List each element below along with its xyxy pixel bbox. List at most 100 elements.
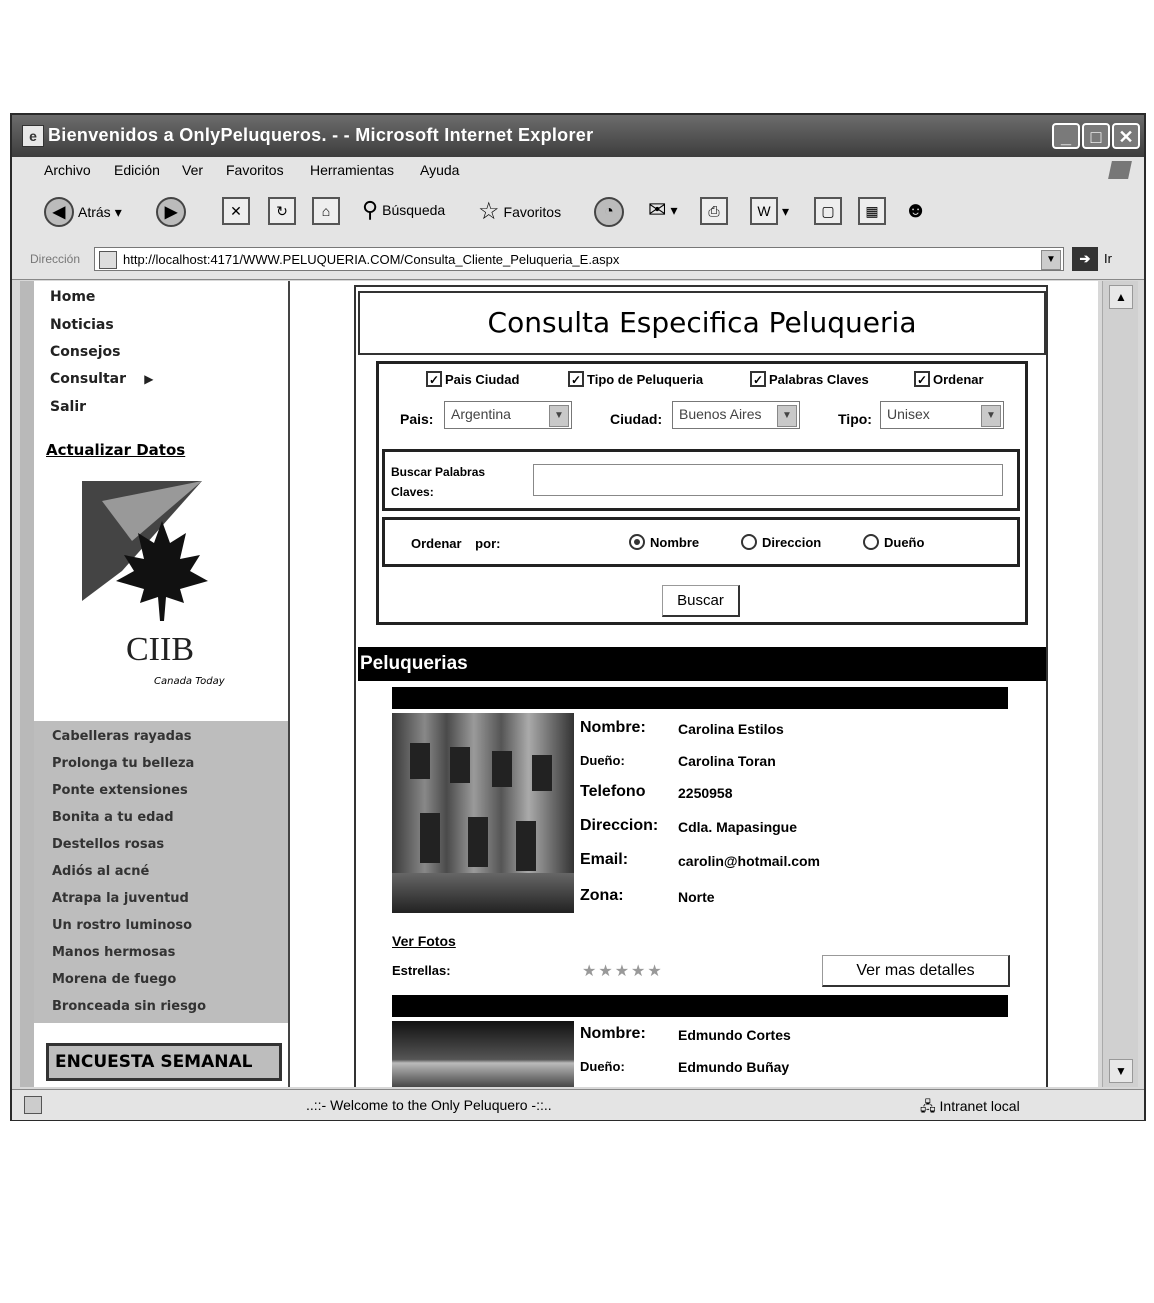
address-label: Dirección xyxy=(30,252,81,266)
tip-link[interactable]: Adiós al acné xyxy=(52,864,149,879)
go-arrow-icon[interactable]: ➔ xyxy=(1072,247,1098,271)
tip-link[interactable]: Manos hermosas xyxy=(52,945,175,960)
refresh-button[interactable]: ↻ xyxy=(268,197,296,225)
menu-archivo[interactable]: Archivo xyxy=(44,162,91,178)
back-button[interactable]: ◀ Atrás ▾ xyxy=(44,197,122,227)
pais-ciudad-checkbox[interactable]: ✓ Pais Ciudad xyxy=(426,371,519,387)
checkbox-checked-icon: ✓ xyxy=(426,371,442,387)
nav-consultar[interactable]: Consultar xyxy=(50,371,153,387)
radio-selected-icon xyxy=(629,534,645,550)
print-button[interactable]: ⎙ xyxy=(700,197,728,225)
pais-select[interactable]: Argentina ▼ xyxy=(444,401,572,429)
tip-link[interactable]: Destellos rosas xyxy=(52,837,164,852)
telefono-value: 2250958 xyxy=(678,785,733,801)
maximize-button[interactable]: □ xyxy=(1082,123,1110,149)
chevron-up-icon[interactable]: ▲ xyxy=(1109,285,1133,309)
minimize-button[interactable]: _ xyxy=(1052,123,1080,149)
checkbox-checked-icon: ✓ xyxy=(568,371,584,387)
view-photos-link[interactable]: Ver Fotos xyxy=(392,933,456,949)
title-bar: e Bienvenidos a OnlyPeluqueros. - - Micr… xyxy=(12,115,1144,157)
menu-ver[interactable]: Ver xyxy=(182,162,203,178)
favorites-label: Favoritos xyxy=(503,203,562,220)
tipo-value: Unisex xyxy=(887,406,930,422)
close-button[interactable]: ✕ xyxy=(1112,123,1140,149)
order-nombre-radio[interactable]: Nombre xyxy=(629,534,699,550)
messenger-button[interactable]: ☻ xyxy=(904,197,927,223)
address-url: http://localhost:4171/WWW.PELUQUERIA.COM… xyxy=(123,252,620,267)
messenger-icon: ☻ xyxy=(904,197,928,222)
zone-label: Intranet local xyxy=(939,1098,1020,1114)
nav-salir[interactable]: Salir xyxy=(50,399,86,415)
vertical-scrollbar[interactable]: ▲ ▼ xyxy=(1102,281,1138,1087)
zona-label: Zona: xyxy=(580,887,624,904)
research-button[interactable]: ▦ xyxy=(858,197,886,225)
chevron-down-icon[interactable]: ▼ xyxy=(1041,250,1061,270)
palabras-claves-checkbox[interactable]: ✓ Palabras Claves xyxy=(750,371,869,387)
logo-subtitle: Canada Today xyxy=(154,676,225,687)
mail-button[interactable]: ✉ ▾ xyxy=(648,197,677,223)
view-details-button[interactable]: Ver mas detalles xyxy=(822,955,1010,987)
tipo-select[interactable]: Unisex ▼ xyxy=(880,401,1004,429)
salon-photo[interactable] xyxy=(392,1021,574,1087)
menu-favoritos[interactable]: Favoritos xyxy=(226,162,284,178)
ordenar-checkbox[interactable]: ✓ Ordenar xyxy=(914,371,984,387)
tip-link[interactable]: Bronceada sin riesgo xyxy=(52,999,206,1014)
page-viewport: Home Noticias Consejos Consultar Salir A… xyxy=(20,281,1098,1087)
ie-page-icon: e xyxy=(22,125,44,147)
nav-consejos[interactable]: Consejos xyxy=(50,344,120,360)
discuss-button[interactable]: ▢ xyxy=(814,197,842,225)
chevron-down-icon[interactable]: ▼ xyxy=(1109,1059,1133,1083)
favorites-button[interactable]: ☆ Favoritos xyxy=(478,197,561,226)
dueno-label: Dueño: xyxy=(580,753,625,768)
go-label[interactable]: Ir xyxy=(1104,251,1112,266)
edit-button[interactable]: W ▾ xyxy=(750,197,789,225)
nav-home[interactable]: Home xyxy=(50,289,95,305)
tip-link[interactable]: Morena de fuego xyxy=(52,972,176,987)
refresh-icon: ↻ xyxy=(268,197,296,225)
intranet-icon: 🖧 xyxy=(920,1098,936,1114)
research-icon: ▦ xyxy=(858,197,886,225)
address-input[interactable]: http://localhost:4171/WWW.PELUQUERIA.COM… xyxy=(94,247,1064,271)
radio-unselected-icon xyxy=(863,534,879,550)
main-content: Consulta Especifica Peluqueria ✓ Pais Ci… xyxy=(310,281,1070,1087)
email-value: carolin@hotmail.com xyxy=(678,853,821,869)
back-label: Atrás xyxy=(78,204,111,220)
home-button[interactable]: ⌂ xyxy=(312,197,340,225)
update-data-link[interactable]: Actualizar Datos xyxy=(46,441,185,459)
weekly-survey-banner[interactable]: ENCUESTA SEMANAL xyxy=(46,1043,282,1081)
search-submit-button[interactable]: Buscar xyxy=(662,585,740,617)
tip-link[interactable]: Prolonga tu belleza xyxy=(52,756,194,771)
tip-link[interactable]: Un rostro luminoso xyxy=(52,918,192,933)
menu-bar: Archivo Edición Ver Favoritos Herramient… xyxy=(12,157,1144,186)
print-icon: ⎙ xyxy=(700,197,728,225)
keywords-input[interactable] xyxy=(533,464,1003,496)
order-label: Ordenar por: xyxy=(411,536,501,551)
history-button[interactable]: ◔ xyxy=(594,197,624,227)
search-button[interactable]: ⚲ Búsqueda xyxy=(362,197,445,223)
chevron-down-icon: ▾ xyxy=(782,202,790,219)
menu-edicion[interactable]: Edición xyxy=(114,162,160,178)
telefono-label: Telefono xyxy=(580,783,646,800)
stars-label: Estrellas: xyxy=(392,963,451,978)
tip-link[interactable]: Atrapa la juventud xyxy=(52,891,189,906)
menu-herramientas[interactable]: Herramientas xyxy=(310,162,394,178)
ciudad-select[interactable]: Buenos Aires ▼ xyxy=(672,401,800,429)
checkbox-label: Tipo de Peluqueria xyxy=(587,371,704,387)
tip-link[interactable]: Cabelleras rayadas xyxy=(52,729,191,744)
tip-link[interactable]: Ponte extensiones xyxy=(52,783,188,798)
tip-link[interactable]: Bonita a tu edad xyxy=(52,810,174,825)
windows-logo-icon xyxy=(1108,161,1132,179)
nav-noticias[interactable]: Noticias xyxy=(50,317,114,333)
stop-button[interactable]: ✕ xyxy=(222,197,250,225)
order-dueno-radio[interactable]: Dueño xyxy=(863,534,924,550)
status-bar: ..::- Welcome to the Only Peluquero -::.… xyxy=(12,1089,1144,1120)
forward-button[interactable]: ▶ xyxy=(156,197,186,227)
nombre-value: Carolina Estilos xyxy=(678,721,784,737)
order-direccion-radio[interactable]: Direccion xyxy=(741,534,821,550)
tips-panel: Cabelleras rayadas Prolonga tu belleza P… xyxy=(34,721,288,1023)
salon-photo[interactable] xyxy=(392,713,574,913)
tipo-peluqueria-checkbox[interactable]: ✓ Tipo de Peluqueria xyxy=(568,371,703,387)
menu-ayuda[interactable]: Ayuda xyxy=(420,162,459,178)
order-panel: Ordenar por: Nombre Direccion Dueño xyxy=(382,517,1020,567)
result-card-bar xyxy=(392,687,1008,709)
